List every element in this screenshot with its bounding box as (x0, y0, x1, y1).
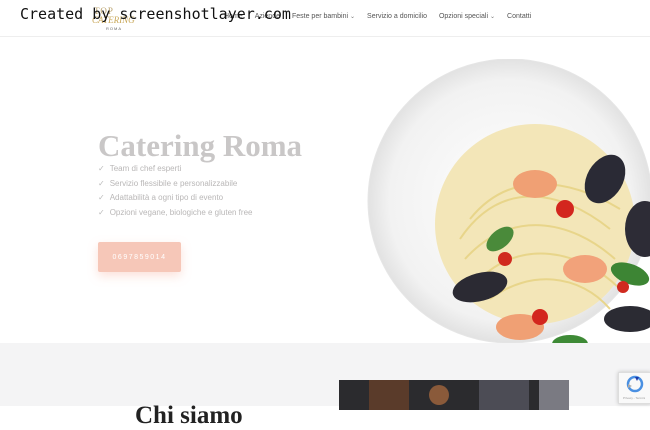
feature-item: ✓ Opzioni vegane, biologiche e gluten fre… (98, 207, 253, 217)
chevron-down-icon: ⌄ (490, 14, 496, 20)
hero-section: Catering Roma ✓ Team di chef esperti ✓ Ser… (0, 37, 650, 343)
recaptcha-icon (626, 375, 644, 393)
nav-item-contatti[interactable]: Contatti (507, 13, 531, 20)
about-section: Chi siamo (0, 343, 650, 429)
chevron-down-icon: ⌄ (350, 14, 356, 20)
nav-item-servizio-a-domicilio[interactable]: Servizio a domicilio (367, 13, 427, 20)
feature-list: ✓ Team di chef esperti ✓ Servizio flessibi… (98, 162, 252, 220)
feature-item: ✓ Team di chef esperti (98, 164, 182, 173)
phone-call-button[interactable]: 0697859014 (98, 242, 181, 272)
check-icon: ✓ (98, 193, 105, 202)
hero-title: Catering Roma (98, 127, 303, 163)
recaptcha-badge[interactable]: Privacy - Termini (618, 372, 650, 404)
logo-line-3: ROMA (106, 26, 122, 31)
nav-item-opzioni-speciali[interactable]: Opzioni speciali ⌄ (439, 13, 495, 20)
check-icon: ✓ (98, 164, 105, 173)
feature-item: ✓ Adattabilità a ogni tipo di evento (98, 193, 224, 202)
pasta-plate-image (360, 58, 650, 343)
check-icon: ✓ (98, 178, 105, 188)
recaptcha-privacy-link[interactable]: Privacy - Termini (623, 396, 645, 400)
screenshot-watermark: Created by screenshotlayer.com (20, 5, 291, 23)
nav-item-feste-per-bambini[interactable]: Feste per bambini ⌄ (292, 13, 355, 20)
feature-item: ✓ Servizio flessibile e personalizzabile (98, 178, 238, 188)
check-icon: ✓ (98, 207, 105, 217)
